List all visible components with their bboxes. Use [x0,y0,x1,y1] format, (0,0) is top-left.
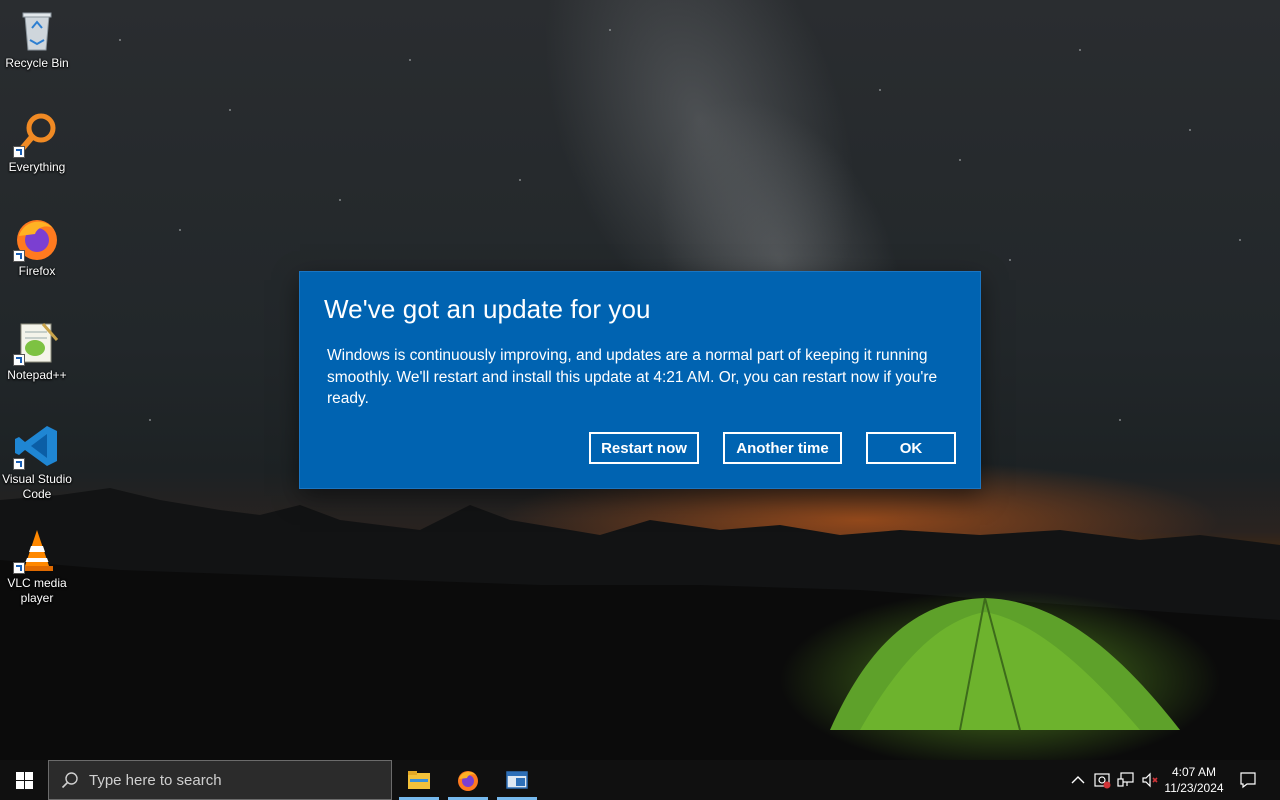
taskbar: Type here to search 4:07 AM 11/23/2024 [0,760,1280,800]
taskbar-app-window[interactable] [496,760,538,800]
desktop-icon-label: Firefox [18,264,56,278]
desktop-icon-label: Visual Studio Code [2,472,72,501]
desktop-icon-everything[interactable]: Everything [0,104,74,175]
dialog-message: Windows is continuously improving, and u… [327,347,938,407]
desktop-icon-firefox[interactable]: Firefox [0,208,74,279]
update-dialog: We've got an update for you Windows is c… [300,272,980,488]
shortcut-arrow-icon [13,562,25,574]
show-hidden-icons-button[interactable] [1068,770,1088,790]
windows-logo-icon [15,771,33,789]
desktop-icon-notepad-plus-plus[interactable]: Notepad++ [0,312,74,383]
taskbar-clock[interactable]: 4:07 AM 11/23/2024 [1160,764,1228,796]
tray-volume[interactable] [1140,770,1160,790]
another-time-button[interactable]: Another time [723,432,842,464]
file-explorer-icon [408,771,430,789]
desktop-icon-recycle-bin[interactable]: Recycle Bin [0,0,74,71]
chevron-up-icon [1071,776,1085,784]
desktop-icon-vscode[interactable]: Visual Studio Code [0,416,74,502]
notification-icon [1240,772,1256,789]
vscode-icon [13,422,61,470]
tray-network[interactable] [1116,770,1136,790]
vlc-icon [13,526,61,574]
desktop-icon-label: Everything [8,160,66,174]
clock-time: 4:07 AM [1171,765,1217,779]
tray-security[interactable] [1092,770,1112,790]
volume-muted-icon [1142,772,1158,788]
taskbar-search-box[interactable]: Type here to search [48,760,392,800]
desktop-icon-label: Notepad++ [7,368,67,382]
search-icon [61,772,78,789]
shortcut-arrow-icon [13,250,25,262]
firefox-icon [13,214,61,262]
start-button[interactable] [0,760,48,800]
desktop-icon-label: VLC media player [7,576,67,605]
action-center-button[interactable] [1236,768,1260,792]
desktop-icon-label: Recycle Bin [5,56,69,70]
security-icon [1094,773,1111,789]
shortcut-arrow-icon [13,354,25,366]
search-placeholder: Type here to search [89,771,222,789]
everything-search-icon [13,110,61,158]
dialog-title: We've got an update for you [324,294,651,324]
recycle-bin-icon [13,6,61,54]
taskbar-app-firefox[interactable] [447,760,489,800]
restart-now-button[interactable]: Restart now [589,432,699,464]
shortcut-arrow-icon [13,458,25,470]
desktop-icon-vlc[interactable]: VLC media player [0,520,74,606]
network-icon [1117,772,1134,787]
clock-date: 11/23/2024 [1164,781,1224,795]
ok-button[interactable]: OK [866,432,956,464]
firefox-icon [458,771,478,791]
taskbar-app-file-explorer[interactable] [398,760,440,800]
window-app-icon [506,771,528,789]
shortcut-arrow-icon [13,146,25,158]
notepad-plus-plus-icon [13,318,61,366]
